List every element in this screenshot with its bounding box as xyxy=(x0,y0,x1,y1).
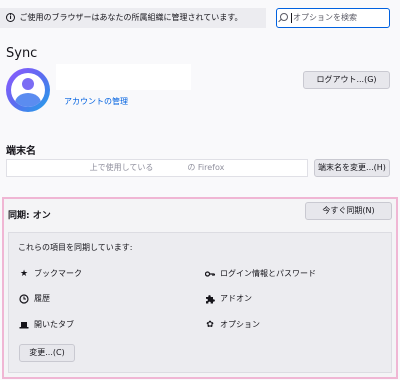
sync-item-label: 開いたタブ xyxy=(34,320,74,329)
key-icon xyxy=(204,269,216,279)
device-name-field: 上で使用している の Firefox xyxy=(6,159,308,177)
avatar[interactable] xyxy=(6,68,50,112)
gear-icon: ✿ xyxy=(206,320,214,330)
account-name-redacted xyxy=(56,64,191,90)
logout-button[interactable]: ログアウト...(G) xyxy=(303,71,390,89)
device-name-part2: の Firefox xyxy=(187,163,225,172)
tabs-icon xyxy=(19,320,29,330)
manage-account-link[interactable]: アカウントの管理 xyxy=(64,96,128,107)
clock-icon xyxy=(19,294,29,304)
sync-item-bookmarks: ★ ブックマーク xyxy=(19,269,82,279)
sync-item-addons: アドオン xyxy=(205,294,252,304)
rename-device-button[interactable]: 端末名を変更...(H) xyxy=(314,159,390,177)
device-name-label: 端末名 xyxy=(6,146,36,157)
sync-item-label: ログイン情報とパスワード xyxy=(220,269,316,278)
sync-item-logins: ログイン情報とパスワード xyxy=(204,269,316,279)
puzzle-icon xyxy=(205,294,215,304)
sync-item-options: ✿ オプション xyxy=(205,320,260,330)
sync-item-label: オプション xyxy=(220,320,260,329)
sync-item-label: アドオン xyxy=(220,294,252,303)
sync-item-tabs: 開いたタブ xyxy=(19,320,74,330)
managed-browser-notice: i ご使用のブラウザーはあなたの所属組織に管理されています。 xyxy=(0,8,266,28)
sync-items-description: これらの項目を同期しています: xyxy=(18,243,133,252)
notice-text: ご使用のブラウザーはあなたの所属組織に管理されています。 xyxy=(19,13,243,22)
search-placeholder: オプションを検索 xyxy=(293,13,357,22)
sync-now-button[interactable]: 今すぐ同期(N) xyxy=(305,202,392,220)
search-icon xyxy=(280,13,288,21)
sync-items-card: これらの項目を同期しています: ★ ブックマーク 履歴 開いたタブ ログイン情報… xyxy=(8,232,392,373)
sync-item-history: 履歴 xyxy=(19,294,50,304)
star-icon: ★ xyxy=(19,269,29,279)
sync-status: 同期: オン xyxy=(8,211,51,221)
sync-section: 同期: オン 今すぐ同期(N) これらの項目を同期しています: ★ ブックマーク… xyxy=(2,197,398,379)
sync-title: Sync xyxy=(6,46,38,61)
text-caret xyxy=(291,13,292,23)
change-sync-items-button[interactable]: 変更...(C) xyxy=(19,344,75,362)
sync-item-label: 履歴 xyxy=(34,294,50,303)
device-name-part1: 上で使用している xyxy=(89,163,154,172)
search-input[interactable]: オプションを検索 xyxy=(276,8,390,28)
info-icon: i xyxy=(6,13,15,22)
sync-item-label: ブックマーク xyxy=(34,269,82,278)
avatar-icon xyxy=(11,73,45,107)
